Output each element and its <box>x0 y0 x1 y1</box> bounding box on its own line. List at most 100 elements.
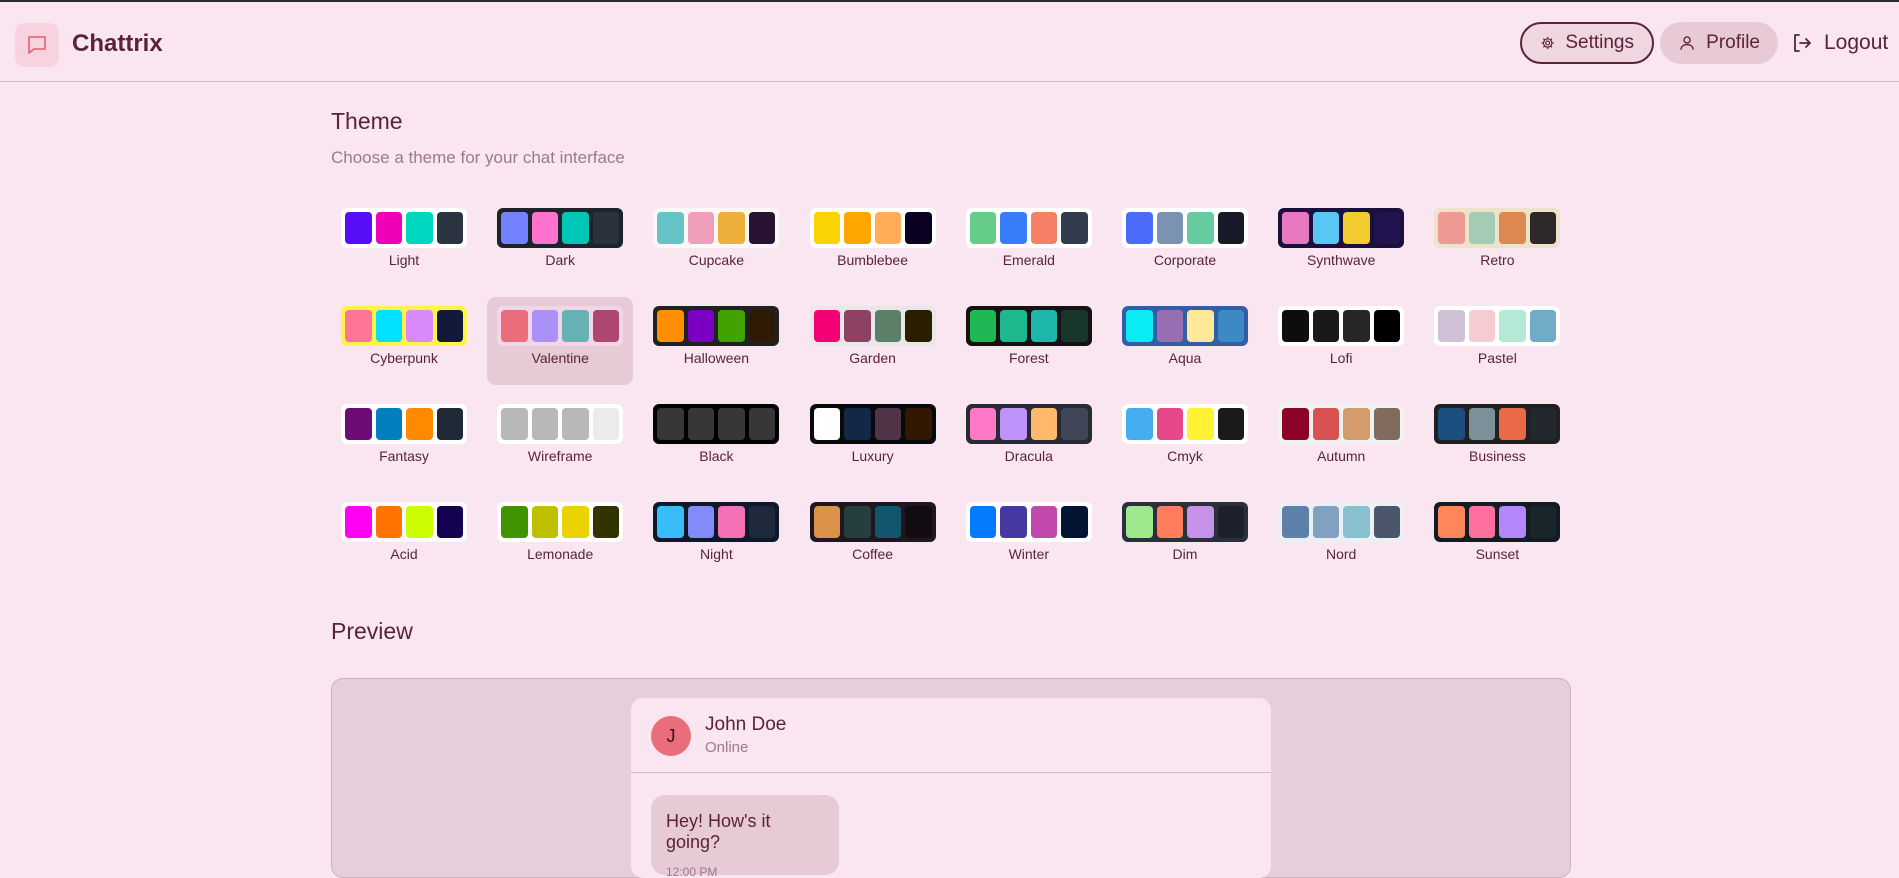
theme-option-winter[interactable]: Winter <box>956 493 1102 581</box>
theme-swatch-preview <box>1122 306 1248 346</box>
settings-label: Settings <box>1565 32 1634 53</box>
theme-option-night[interactable]: Night <box>643 493 789 581</box>
theme-option-business[interactable]: Business <box>1424 395 1570 483</box>
theme-option-autumn[interactable]: Autumn <box>1268 395 1414 483</box>
color-swatch <box>1468 212 1496 244</box>
theme-option-cyberpunk[interactable]: Cyberpunk <box>331 297 477 385</box>
color-swatch <box>1312 310 1340 342</box>
logout-button[interactable]: Logout <box>1780 22 1899 64</box>
color-swatch <box>375 310 402 342</box>
theme-option-cupcake[interactable]: Cupcake <box>643 199 789 287</box>
theme-option-forest[interactable]: Forest <box>956 297 1102 385</box>
theme-name: Acid <box>390 546 418 562</box>
color-swatch <box>531 506 559 538</box>
color-swatch <box>844 408 871 440</box>
color-swatch <box>1343 310 1370 342</box>
theme-name: Night <box>700 546 733 562</box>
color-swatch <box>436 212 463 244</box>
theme-name: Bumblebee <box>837 252 908 268</box>
color-swatch <box>562 408 589 440</box>
color-swatch <box>1061 408 1088 440</box>
theme-option-lofi[interactable]: Lofi <box>1268 297 1414 385</box>
theme-option-garden[interactable]: Garden <box>800 297 946 385</box>
theme-name: Dim <box>1172 546 1198 562</box>
theme-option-retro[interactable]: Retro <box>1424 199 1570 287</box>
theme-option-valentine[interactable]: Valentine <box>487 297 634 385</box>
theme-option-dark[interactable]: Dark <box>487 199 633 287</box>
color-swatch <box>562 310 589 342</box>
theme-swatch-preview <box>1278 208 1405 248</box>
theme-option-dracula[interactable]: Dracula <box>956 395 1102 483</box>
color-swatch <box>657 408 684 440</box>
theme-swatch-preview <box>1278 404 1405 444</box>
theme-swatch-preview <box>653 502 780 542</box>
theme-option-cmyk[interactable]: Cmyk <box>1112 395 1258 483</box>
theme-name: Forest <box>1008 350 1049 366</box>
color-swatch <box>748 212 776 244</box>
color-swatch <box>406 310 433 342</box>
theme-option-halloween[interactable]: Halloween <box>643 297 789 385</box>
theme-name: Business <box>1468 448 1526 464</box>
color-swatch <box>687 408 715 440</box>
theme-option-pastel[interactable]: Pastel <box>1424 297 1570 385</box>
color-swatch <box>1499 212 1526 244</box>
color-swatch <box>874 212 902 244</box>
theme-option-synthwave[interactable]: Synthwave <box>1268 199 1414 287</box>
color-swatch <box>1373 506 1401 538</box>
color-swatch <box>406 212 433 244</box>
theme-name: Retro <box>1480 252 1515 268</box>
theme-name: Lofi <box>1329 350 1353 366</box>
theme-option-acid[interactable]: Acid <box>331 493 477 581</box>
color-swatch <box>1529 408 1557 440</box>
theme-option-aqua[interactable]: Aqua <box>1112 297 1258 385</box>
theme-option-corporate[interactable]: Corporate <box>1112 199 1258 287</box>
color-swatch <box>345 408 372 440</box>
theme-option-sunset[interactable]: Sunset <box>1424 493 1570 581</box>
theme-option-fantasy[interactable]: Fantasy <box>331 395 477 483</box>
theme-name: Halloween <box>683 350 750 366</box>
app-logo[interactable] <box>15 23 59 67</box>
color-swatch <box>657 506 684 538</box>
color-swatch <box>345 506 372 538</box>
color-swatch <box>874 310 902 342</box>
user-icon <box>1680 36 1694 50</box>
theme-swatch-preview <box>653 404 780 444</box>
theme-option-emerald[interactable]: Emerald <box>956 199 1102 287</box>
message-bubble: Hey! How's it going? 12:00 PM <box>651 795 839 878</box>
settings-button[interactable]: Settings <box>1520 22 1654 64</box>
color-swatch <box>1030 212 1058 244</box>
theme-option-coffee[interactable]: Coffee <box>800 493 946 581</box>
color-swatch <box>1126 310 1153 342</box>
color-swatch <box>1312 506 1340 538</box>
color-swatch <box>718 212 745 244</box>
color-swatch <box>1438 212 1465 244</box>
color-swatch <box>748 310 776 342</box>
color-swatch <box>436 408 463 440</box>
profile-button[interactable]: Profile <box>1660 22 1778 64</box>
theme-name: Nord <box>1326 546 1357 562</box>
theme-option-bumblebee[interactable]: Bumblebee <box>800 199 946 287</box>
color-swatch <box>1187 310 1214 342</box>
color-swatch <box>969 212 997 244</box>
color-swatch <box>1282 408 1309 440</box>
color-swatch <box>501 212 528 244</box>
color-swatch <box>1061 310 1088 342</box>
theme-option-lemonade[interactable]: Lemonade <box>487 493 633 581</box>
profile-label: Profile <box>1706 32 1760 53</box>
theme-name: Dark <box>545 252 575 268</box>
theme-swatch-preview <box>1434 404 1561 444</box>
theme-option-wireframe[interactable]: Wireframe <box>487 395 633 483</box>
theme-option-luxury[interactable]: Luxury <box>800 395 946 483</box>
message-time: 12:00 PM <box>666 865 718 878</box>
color-swatch <box>1438 408 1465 440</box>
theme-option-dim[interactable]: Dim <box>1112 493 1258 581</box>
color-swatch <box>813 310 841 342</box>
theme-swatch-preview <box>497 306 624 346</box>
theme-option-black[interactable]: Black <box>643 395 789 483</box>
theme-option-light[interactable]: Light <box>331 199 477 287</box>
theme-option-nord[interactable]: Nord <box>1268 493 1414 581</box>
color-swatch <box>1156 212 1183 244</box>
theme-name: Black <box>699 448 734 464</box>
color-swatch <box>844 310 871 342</box>
color-swatch <box>375 506 402 538</box>
